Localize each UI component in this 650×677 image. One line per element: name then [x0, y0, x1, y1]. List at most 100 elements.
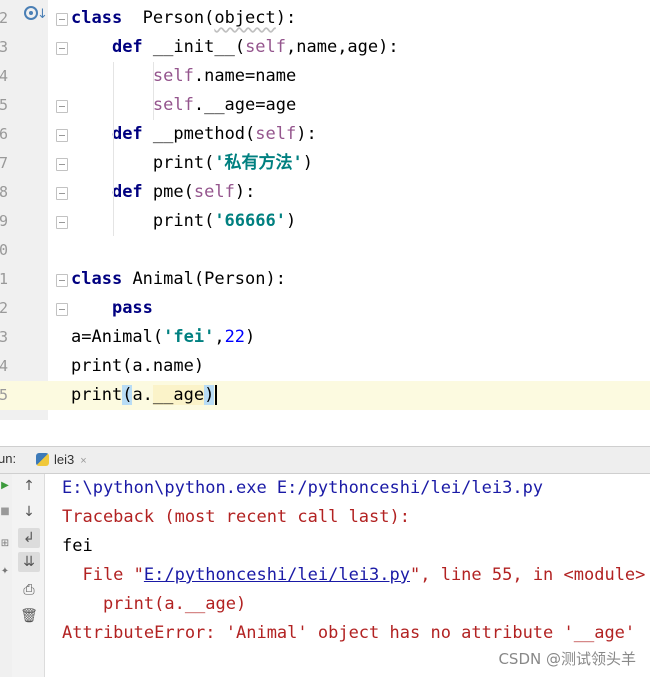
line-number: 6	[0, 125, 8, 143]
code-text: pass	[71, 294, 153, 323]
code-line[interactable]: 8 def pme(self):	[0, 178, 650, 207]
code-line[interactable]: 5 print(a.__age)	[0, 381, 650, 410]
code-token: ):	[234, 182, 256, 202]
file-suffix: ", line 55, in <module>	[410, 565, 646, 585]
code-text: def __pmethod(self):	[71, 120, 317, 149]
code-line[interactable]: 4 print(a.name)	[0, 352, 650, 381]
code-line[interactable]: 2 pass	[0, 294, 650, 323]
code-token: pme(	[152, 182, 194, 202]
code-token: pass	[111, 298, 153, 318]
code-token: print	[71, 385, 123, 405]
tab-label: lei3	[54, 452, 75, 467]
code-text: class Animal(Person):	[71, 265, 286, 294]
line-number: 7	[0, 154, 8, 172]
code-token: __pmethod(	[152, 124, 256, 144]
fold-marker[interactable]	[56, 303, 68, 316]
code-token: .name=name	[193, 66, 297, 86]
code-line[interactable]: 3 def __init__(self,name,age):	[0, 33, 650, 62]
up-arrow-icon[interactable]: ↑	[18, 476, 40, 496]
code-token: .__age=age	[193, 95, 297, 115]
code-token: a.	[132, 385, 153, 405]
code-line[interactable]: 3 a=Animal('fei',22)	[0, 323, 650, 352]
code-line[interactable]: 1 class Animal(Person):	[0, 265, 650, 294]
tab-lei3[interactable]: lei3 ×	[36, 450, 87, 469]
fold-marker[interactable]	[56, 42, 68, 55]
code-line[interactable]: 7 print('私有方法')	[0, 149, 650, 178]
code-token: 'fei'	[163, 327, 215, 347]
indent-guide	[153, 62, 154, 120]
code-line[interactable]: 2 class Person(object):	[0, 4, 650, 33]
code-token: ):	[296, 124, 317, 144]
line-number: 3	[0, 38, 8, 56]
scroll-to-end-icon[interactable]: ⇊	[18, 552, 40, 572]
console-file-line: File "E:/pythonceshi/lei/lei3.py", line …	[62, 561, 645, 590]
code-token: )	[302, 153, 314, 173]
file-prefix: File "	[62, 565, 144, 585]
code-token: Person	[142, 8, 205, 28]
code-text: self.name=name	[71, 62, 296, 91]
code-line[interactable]: 9 print('66666')	[0, 207, 650, 236]
code-line[interactable]: 5 self.__age=age	[0, 91, 650, 120]
code-text: print(a.__age)	[71, 381, 218, 410]
code-token: )	[245, 327, 256, 347]
code-line[interactable]: 0	[0, 236, 650, 265]
code-line[interactable]: 4 self.name=name	[0, 62, 650, 91]
fold-marker[interactable]	[56, 158, 68, 171]
code-editor[interactable]: ↓ 2 class Person(object): 3 def __init__(s…	[0, 0, 650, 420]
stop-icon[interactable]: ■	[0, 506, 10, 517]
console-command-line: E:\python\python.exe E:/pythonceshi/lei/…	[62, 478, 544, 498]
fold-marker[interactable]	[56, 274, 68, 287]
close-icon[interactable]: ×	[80, 455, 86, 467]
down-arrow-icon[interactable]: ↓	[18, 502, 40, 522]
rerun-icon[interactable]: ▶	[0, 480, 10, 491]
code-token: (	[122, 385, 133, 405]
code-token: def	[111, 37, 143, 57]
soft-wrap-icon[interactable]: ↲	[18, 528, 40, 548]
line-number: 1	[0, 270, 8, 288]
layout-icon[interactable]: ⊞	[0, 538, 10, 549]
print-icon[interactable]: ⎙	[18, 580, 40, 600]
code-token: self	[245, 37, 287, 57]
code-token: class	[71, 8, 123, 28]
line-number: 2	[0, 9, 8, 27]
code-text: print('私有方法')	[71, 149, 313, 178]
code-token: object	[214, 8, 276, 28]
code-line[interactable]: 6 def __pmethod(self):	[0, 120, 650, 149]
code-token: Animal(Person):	[132, 269, 286, 289]
fold-marker[interactable]	[56, 187, 68, 200]
fold-marker[interactable]	[56, 100, 68, 113]
code-token: '66666'	[214, 211, 286, 231]
console-error: AttributeError: 'Animal' object has no a…	[62, 623, 636, 643]
line-number: 2	[0, 299, 8, 317]
code-token: __age	[152, 385, 205, 405]
pin-icon[interactable]: ✦	[0, 566, 10, 577]
code-token: class	[71, 269, 123, 289]
code-token: def	[111, 182, 143, 202]
fold-marker[interactable]	[56, 129, 68, 142]
line-number: 9	[0, 212, 8, 230]
code-token: print(	[152, 153, 215, 173]
code-token: )	[285, 211, 297, 231]
code-text: class Person(object):	[71, 4, 296, 33]
code-token: (	[234, 37, 246, 57]
code-token: ,name,age):	[286, 37, 399, 57]
code-token: __init__	[152, 37, 235, 57]
code-text: print('66666')	[71, 207, 296, 236]
file-link[interactable]: E:/pythonceshi/lei/lei3.py	[144, 565, 410, 585]
trash-icon[interactable]: 🗑	[18, 606, 40, 626]
code-text: def __init__(self,name,age):	[71, 33, 399, 62]
code-token: self	[152, 66, 194, 86]
code-token: def	[111, 124, 143, 144]
code-text: print(a.name)	[71, 352, 204, 381]
code-token: self	[193, 182, 235, 202]
fold-marker[interactable]	[56, 216, 68, 229]
console-traceback: Traceback (most recent call last):	[62, 507, 410, 527]
fold-marker[interactable]	[56, 13, 68, 26]
